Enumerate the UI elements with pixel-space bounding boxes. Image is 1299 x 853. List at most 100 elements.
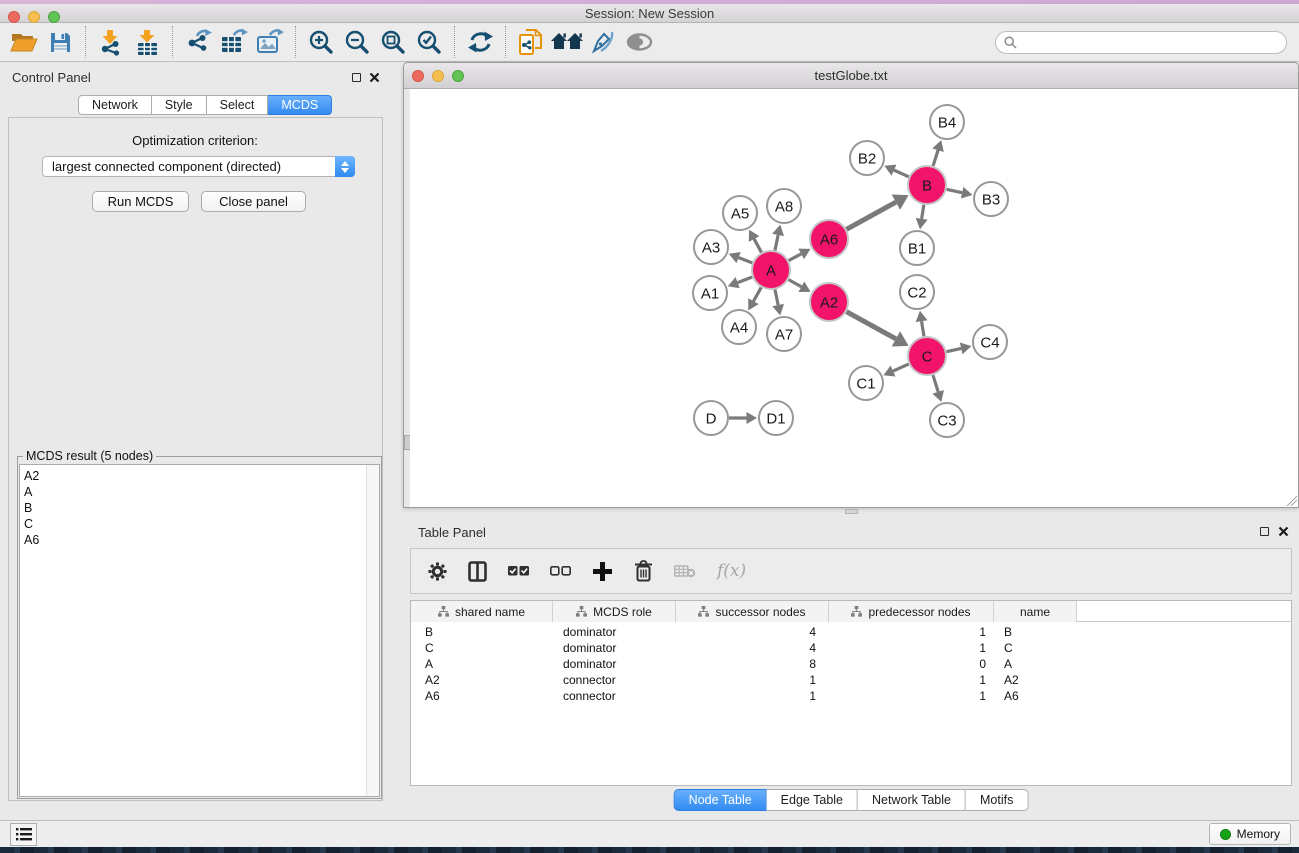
graph-node-C1[interactable]: C1 [849, 366, 883, 400]
graph-node-C4[interactable]: C4 [973, 325, 1007, 359]
delete-entry-trash-icon[interactable] [634, 560, 653, 582]
graph-edge-A2-C[interactable] [847, 312, 896, 339]
table-cell[interactable]: connector [553, 672, 676, 688]
network-graph[interactable]: B4B2BB3A8A5A6A3B1AA1C2A2A4A7C4CC1C3DD1 [410, 89, 1298, 508]
graph-edge-A-A6[interactable] [789, 254, 802, 261]
graph-edge-B-B3[interactable] [947, 189, 963, 192]
table-cell[interactable]: A6 [411, 688, 553, 704]
graph-edge-C-C1[interactable] [893, 364, 909, 371]
run-mcds-button[interactable]: Run MCDS [92, 191, 189, 212]
table-row[interactable]: Cdominator41C [411, 640, 1291, 656]
column-header-successor-nodes[interactable]: successor nodes [676, 601, 829, 622]
export-network-button[interactable] [180, 25, 216, 59]
save-session-button[interactable] [42, 25, 78, 59]
insert-column-icon[interactable] [468, 561, 487, 582]
graph-node-A8[interactable]: A8 [767, 189, 801, 223]
graph-edge-C-C3[interactable] [933, 375, 938, 392]
close-panel-icon[interactable] [369, 72, 380, 83]
close-table-panel-icon[interactable] [1278, 526, 1289, 537]
zoom-fit-button[interactable] [375, 25, 411, 59]
graph-node-B4[interactable]: B4 [930, 105, 964, 139]
tab-select[interactable]: Select [207, 95, 269, 115]
hide-annotations-button[interactable] [585, 25, 621, 59]
close-panel-button[interactable]: Close panel [201, 191, 306, 212]
table-cell[interactable]: A2 [411, 672, 553, 688]
graph-edge-A-A7[interactable] [775, 290, 778, 305]
table-cell[interactable]: B [411, 624, 553, 640]
graph-node-A2[interactable]: A2 [810, 283, 848, 321]
window-resize-grip[interactable] [1285, 494, 1297, 506]
import-table-button[interactable] [129, 25, 165, 59]
graph-edge-A-A3[interactable] [739, 258, 753, 263]
zoom-selected-button[interactable] [411, 25, 447, 59]
export-table-button[interactable] [216, 25, 252, 59]
memory-button[interactable]: Memory [1209, 823, 1291, 845]
tab-motifs[interactable]: Motifs [966, 789, 1028, 811]
table-cell[interactable]: C [411, 640, 553, 656]
graph-edge-A-A5[interactable] [754, 239, 761, 252]
node-table[interactable]: shared nameMCDS rolesuccessor nodesprede… [410, 600, 1292, 786]
table-cell[interactable]: A2 [994, 672, 1077, 688]
network-bottom-scrollbar-thumb[interactable] [845, 509, 858, 514]
import-network-button[interactable] [93, 25, 129, 59]
graph-node-A6[interactable]: A6 [810, 220, 848, 258]
tab-network-table[interactable]: Network Table [858, 789, 966, 811]
table-cell[interactable]: C [994, 640, 1077, 656]
table-cell[interactable]: 1 [676, 688, 829, 704]
table-cell[interactable]: 8 [676, 656, 829, 672]
tab-mcds[interactable]: MCDS [268, 95, 332, 115]
show-graphics-details-button[interactable] [621, 25, 657, 59]
graph-node-A[interactable]: A [752, 251, 790, 289]
graph-node-A1[interactable]: A1 [693, 276, 727, 310]
table-cell[interactable]: 1 [829, 672, 994, 688]
table-cell[interactable]: 0 [829, 656, 994, 672]
graph-edge-B-B2[interactable] [894, 170, 909, 177]
table-row[interactable]: A6connector11A6 [411, 688, 1291, 704]
graph-node-B3[interactable]: B3 [974, 182, 1008, 216]
graph-node-A4[interactable]: A4 [722, 310, 756, 344]
mcds-result-item[interactable]: A6 [20, 532, 379, 548]
table-cell[interactable]: B [994, 624, 1077, 640]
open-session-button[interactable] [6, 25, 42, 59]
table-row[interactable]: Bdominator41B [411, 624, 1291, 640]
graph-node-A7[interactable]: A7 [767, 317, 801, 351]
mcds-list-scrollbar[interactable] [366, 465, 379, 796]
graph-edge-A-A1[interactable] [738, 277, 753, 283]
criterion-dropdown[interactable]: largest connected component (directed) [42, 156, 355, 177]
graph-node-C2[interactable]: C2 [900, 275, 934, 309]
table-cell[interactable]: connector [553, 688, 676, 704]
graph-edge-C-C4[interactable] [947, 348, 962, 351]
graph-edge-B-B1[interactable] [922, 205, 924, 219]
tab-network[interactable]: Network [78, 95, 152, 115]
graph-edge-A6-B[interactable] [847, 202, 896, 229]
table-options-gear-icon[interactable] [428, 562, 447, 581]
tab-style[interactable]: Style [152, 95, 207, 115]
task-history-button[interactable] [10, 823, 37, 846]
table-row[interactable]: A2connector11A2 [411, 672, 1291, 688]
export-image-button[interactable] [252, 25, 288, 59]
column-header-MCDS-role[interactable]: MCDS role [553, 601, 676, 622]
graph-node-D[interactable]: D [694, 401, 728, 435]
network-canvas[interactable]: B4B2BB3A8A5A6A3B1AA1C2A2A4A7C4CC1C3DD1 [410, 89, 1298, 507]
table-cell[interactable]: 4 [676, 640, 829, 656]
column-header-shared-name[interactable]: shared name [411, 601, 553, 622]
table-cell[interactable]: dominator [553, 640, 676, 656]
float-table-panel-icon[interactable] [1260, 527, 1269, 536]
graph-node-C3[interactable]: C3 [930, 403, 964, 437]
graph-node-D1[interactable]: D1 [759, 401, 793, 435]
zoom-in-button[interactable] [303, 25, 339, 59]
mcds-result-item[interactable]: C [20, 516, 379, 532]
table-cell[interactable]: 1 [829, 624, 994, 640]
mcds-result-list[interactable]: A2ABCA6 [19, 464, 380, 797]
graph-edge-A-A8[interactable] [775, 235, 778, 250]
graph-edge-A-A4[interactable] [753, 287, 761, 301]
mcds-result-item[interactable]: A [20, 484, 379, 500]
graph-node-A5[interactable]: A5 [723, 196, 757, 230]
tab-edge-table[interactable]: Edge Table [767, 789, 858, 811]
table-cell[interactable]: 1 [676, 672, 829, 688]
graph-node-B1[interactable]: B1 [900, 231, 934, 265]
add-entry-plus-icon[interactable] [592, 561, 613, 582]
duplicate-network-view-button[interactable] [513, 25, 549, 59]
mcds-result-item[interactable]: B [20, 500, 379, 516]
graph-node-B[interactable]: B [908, 166, 946, 204]
